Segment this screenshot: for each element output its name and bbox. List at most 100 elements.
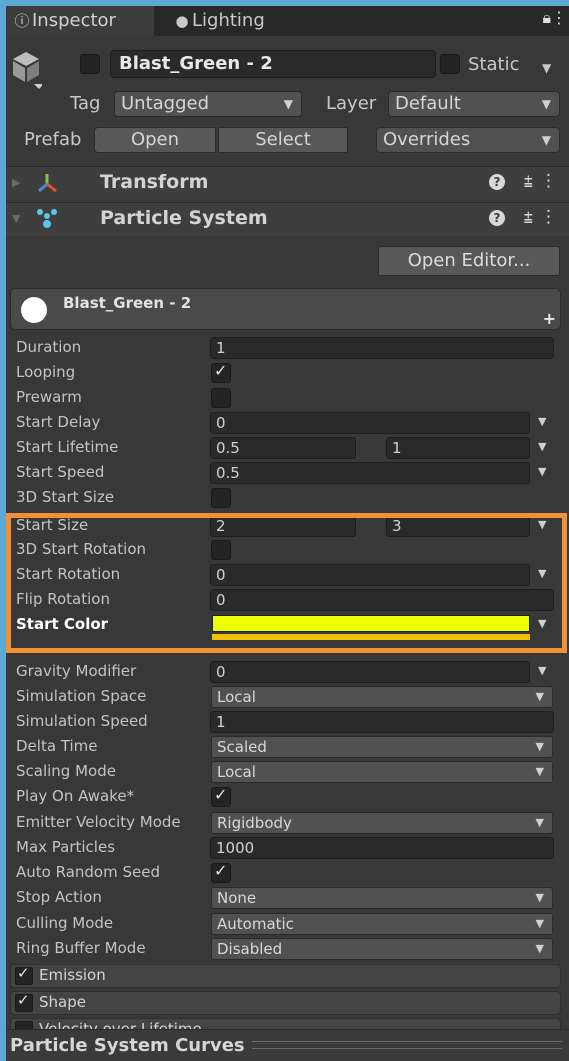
static-dropdown-arrow-icon[interactable]: ▼	[542, 56, 551, 80]
prefab-overrides-dropdown[interactable]: Overrides ▼	[376, 127, 560, 153]
add-icon[interactable]: +	[543, 309, 556, 328]
mode-dropdown-arrow-icon[interactable]: ▼	[538, 440, 546, 453]
particle-system-main-module-header[interactable]: Blast_Green - 2 +	[10, 288, 561, 330]
start-size-label: Start Size	[16, 516, 89, 534]
auto-random-seed-checkbox[interactable]	[211, 861, 231, 883]
module-shape[interactable]: Shape	[10, 991, 561, 1015]
fold-arrow-icon[interactable]: ▼	[12, 212, 20, 225]
tab-lighting[interactable]: ● Lighting	[166, 6, 316, 36]
lightbulb-icon: ●	[175, 12, 189, 30]
particle-system-curves-bar[interactable]: Particle System Curves	[6, 1029, 569, 1061]
mode-dropdown-arrow-icon[interactable]: ▼	[538, 617, 546, 630]
stop-action-label: Stop Action	[16, 888, 102, 906]
static-checkbox[interactable]	[440, 54, 460, 74]
fold-arrow-icon[interactable]: ▶	[12, 176, 20, 189]
3d-start-size-label: 3D Start Size	[16, 488, 115, 506]
preset-icon[interactable]: ⩲	[524, 172, 533, 192]
row-play-on-awake: Play On Awake*	[6, 785, 569, 810]
emission-checkbox[interactable]	[15, 964, 33, 985]
prewarm-checkbox[interactable]	[211, 388, 231, 408]
start-color-min-swatch[interactable]	[212, 615, 530, 632]
chevron-down-icon: ▼	[535, 816, 544, 829]
row-max-particles: Max Particles 1000	[6, 836, 569, 861]
transform-title: Transform	[100, 171, 209, 193]
gameobject-name-field[interactable]: Blast_Green - 2	[110, 50, 436, 78]
start-speed-label: Start Speed	[16, 463, 105, 481]
culling-mode-dropdown[interactable]: Automatic ▼	[211, 913, 553, 935]
lock-icon[interactable]: 🔒︎	[542, 8, 551, 28]
stop-action-dropdown[interactable]: None ▼	[211, 887, 553, 909]
3d-start-rotation-checkbox[interactable]	[211, 540, 231, 560]
row-prewarm: Prewarm	[6, 386, 569, 411]
start-speed-field[interactable]: 0.5	[210, 462, 530, 484]
duration-field[interactable]: 1	[210, 337, 554, 359]
start-color-max-swatch[interactable]	[212, 634, 530, 640]
scaling-mode-label: Scaling Mode	[16, 762, 116, 780]
help-icon[interactable]: ?	[489, 210, 505, 226]
inspector-panel: ⓘ Inspector ● Lighting 🔒︎ ⋮ Blast_Green - …	[6, 6, 569, 1061]
row-looping: Looping	[6, 361, 569, 386]
open-editor-button[interactable]: Open Editor...	[378, 246, 560, 276]
tab-lighting-label: Lighting	[192, 10, 265, 31]
max-particles-field[interactable]: 1000	[210, 837, 554, 859]
start-delay-field[interactable]: 0	[210, 412, 530, 434]
looping-label: Looping	[16, 363, 76, 381]
transform-component-header[interactable]: ▶ Transform ? ⩲ ⋮	[6, 166, 569, 200]
duration-label: Duration	[16, 338, 82, 356]
ring-buffer-mode-dropdown[interactable]: Disabled ▼	[211, 938, 553, 960]
chevron-down-icon: ▼	[535, 740, 544, 753]
simulation-space-dropdown[interactable]: Local ▼	[211, 686, 553, 708]
mode-dropdown-arrow-icon[interactable]: ▼	[538, 664, 546, 677]
row-scaling-mode: Scaling Mode Local ▼	[6, 760, 569, 785]
preset-icon[interactable]: ⩲	[524, 208, 533, 228]
3d-start-rotation-label: 3D Start Rotation	[16, 540, 147, 558]
row-start-speed: Start Speed 0.5 ▼	[6, 461, 569, 486]
flip-rotation-field[interactable]: 0	[210, 589, 554, 611]
play-on-awake-checkbox[interactable]	[211, 785, 231, 807]
prefab-label: Prefab	[24, 129, 82, 150]
start-size-max-field[interactable]: 3	[386, 515, 530, 537]
emitter-velocity-mode-dropdown[interactable]: Rigidbody ▼	[211, 812, 553, 834]
tag-dropdown[interactable]: Untagged ▼	[114, 91, 302, 117]
particle-system-icon	[37, 209, 57, 228]
start-lifetime-max-field[interactable]: 1	[386, 437, 530, 459]
layer-dropdown[interactable]: Default ▼	[388, 91, 560, 117]
delta-time-label: Delta Time	[16, 737, 98, 755]
tab-menu-icon[interactable]: ⋮	[551, 8, 567, 27]
active-checkbox[interactable]	[80, 54, 100, 74]
row-start-size: Start Size 2 3 ▼	[6, 514, 569, 539]
mode-dropdown-arrow-icon[interactable]: ▼	[538, 567, 546, 580]
scaling-mode-dropdown[interactable]: Local ▼	[211, 761, 553, 783]
row-3d-start-rotation: 3D Start Rotation	[6, 538, 569, 563]
culling-mode-label: Culling Mode	[16, 914, 114, 932]
simulation-space-value: Local	[217, 688, 256, 706]
row-emitter-velocity-mode: Emitter Velocity Mode Rigidbody ▼	[6, 811, 569, 836]
delta-time-dropdown[interactable]: Scaled ▼	[211, 736, 553, 758]
3d-start-size-checkbox[interactable]	[211, 488, 231, 508]
mode-dropdown-arrow-icon[interactable]: ▼	[538, 518, 546, 531]
start-size-min-field[interactable]: 2	[210, 515, 356, 537]
component-menu-icon[interactable]: ⋮	[540, 207, 557, 227]
tab-inspector[interactable]: ⓘ Inspector	[6, 6, 154, 36]
simulation-speed-label: Simulation Speed	[16, 712, 148, 730]
looping-checkbox[interactable]	[211, 361, 231, 383]
prefab-open-button[interactable]: Open	[94, 127, 216, 153]
mode-dropdown-arrow-icon[interactable]: ▼	[538, 415, 546, 428]
prewarm-label: Prewarm	[16, 388, 82, 406]
start-rotation-field[interactable]: 0	[210, 564, 530, 586]
mode-dropdown-arrow-icon[interactable]: ▼	[538, 465, 546, 478]
shape-checkbox[interactable]	[15, 991, 33, 1012]
flip-rotation-label: Flip Rotation	[16, 590, 110, 608]
row-simulation-speed: Simulation Speed 1	[6, 710, 569, 735]
simulation-speed-field[interactable]: 1	[210, 711, 554, 733]
help-icon[interactable]: ?	[489, 174, 505, 190]
component-menu-icon[interactable]: ⋮	[540, 171, 557, 191]
particle-system-component-header[interactable]: ▼ Particle System ? ⩲ ⋮	[6, 202, 569, 236]
simulation-space-label: Simulation Space	[16, 687, 147, 705]
prefab-select-button[interactable]: Select	[218, 127, 348, 153]
gravity-modifier-field[interactable]: 0	[210, 661, 530, 683]
module-emission[interactable]: Emission	[10, 964, 561, 988]
resize-grip[interactable]	[252, 1041, 562, 1049]
start-lifetime-min-field[interactable]: 0.5	[210, 437, 356, 459]
row-ring-buffer-mode: Ring Buffer Mode Disabled ▼	[6, 937, 569, 962]
